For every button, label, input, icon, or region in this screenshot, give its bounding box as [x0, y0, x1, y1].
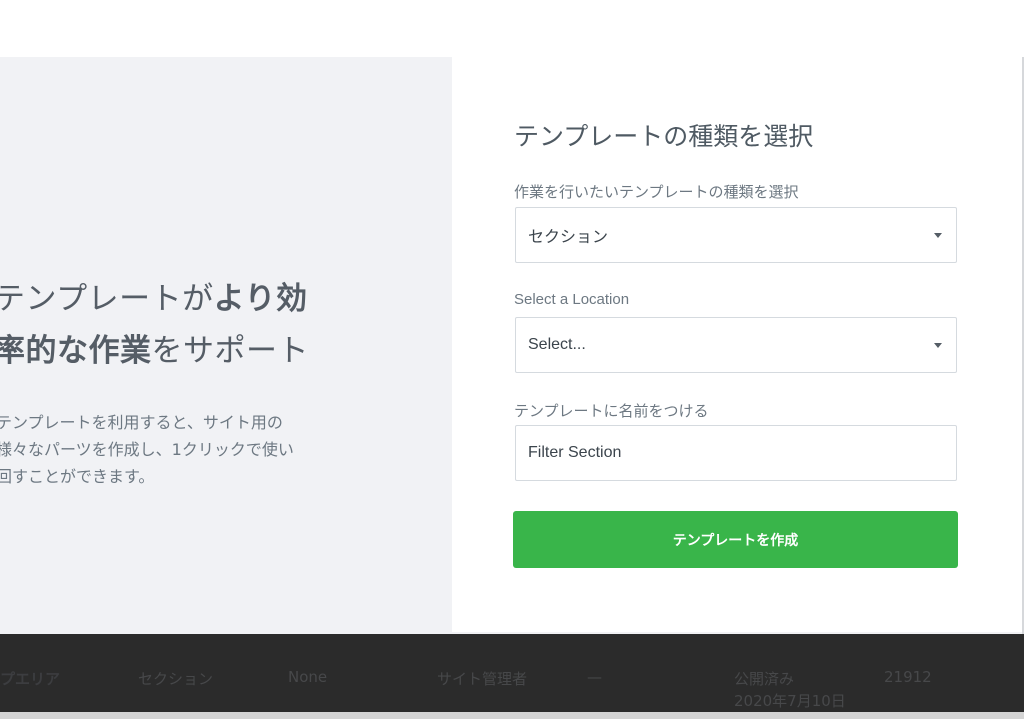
template-type-select[interactable]: セクション [515, 207, 957, 263]
row-date: 2020年7月10日 [734, 692, 846, 710]
location-value: Select... [528, 336, 586, 353]
headline-bold-1: より効 [213, 281, 308, 317]
description-line-2: 様々なパーツを作成し、1クリックで使い [0, 440, 294, 459]
template-name-value: Filter Section [528, 444, 622, 461]
row-author: サイト管理者 [437, 670, 528, 688]
template-form-panel: テンプレートの種類を選択 作業を行いたいテンプレートの種類を選択 セクション S… [452, 57, 1022, 632]
bottom-scrollbar [0, 712, 1024, 719]
headline-bold-2: 率的な作業 [0, 333, 152, 369]
chevron-down-icon [934, 343, 942, 348]
row-dash: — [587, 668, 602, 686]
intro-panel: テンプレートがより効 率的な作業をサポート テンプレートを利用すると、サイト用の… [0, 57, 452, 634]
location-label: Select a Location [514, 291, 630, 308]
intro-description: テンプレートを利用すると、サイト用の 様々なパーツを作成し、1クリックで使い 回… [0, 409, 346, 490]
row-id: 21912 [884, 668, 932, 686]
row-title: プエリア [0, 670, 61, 688]
template-type-label: 作業を行いたいテンプレートの種類を選択 [514, 183, 799, 201]
template-name-label: テンプレートに名前をつける [514, 402, 709, 420]
headline-text-2: をサポート [151, 333, 309, 369]
description-line-1: テンプレートを利用すると、サイト用の [0, 413, 283, 432]
intro-headline: テンプレートがより効 率的な作業をサポート [0, 273, 434, 377]
location-select[interactable]: Select... [515, 317, 957, 373]
template-type-value: セクション [528, 227, 609, 246]
description-line-3: 回すことができます。 [0, 467, 155, 486]
form-title: テンプレートの種類を選択 [514, 122, 814, 151]
row-condition: None [288, 668, 328, 686]
chevron-down-icon [934, 233, 942, 238]
row-status: 公開済み [734, 670, 795, 688]
top-bar [0, 0, 1024, 58]
background-table-row: プエリア セクション None サイト管理者 — 公開済み 2020年7月10日… [0, 634, 1024, 712]
row-type: セクション [138, 670, 214, 688]
template-name-input[interactable]: Filter Section [515, 425, 957, 481]
create-template-button[interactable]: テンプレートを作成 [513, 511, 958, 568]
headline-text-1: テンプレートが [0, 281, 214, 317]
